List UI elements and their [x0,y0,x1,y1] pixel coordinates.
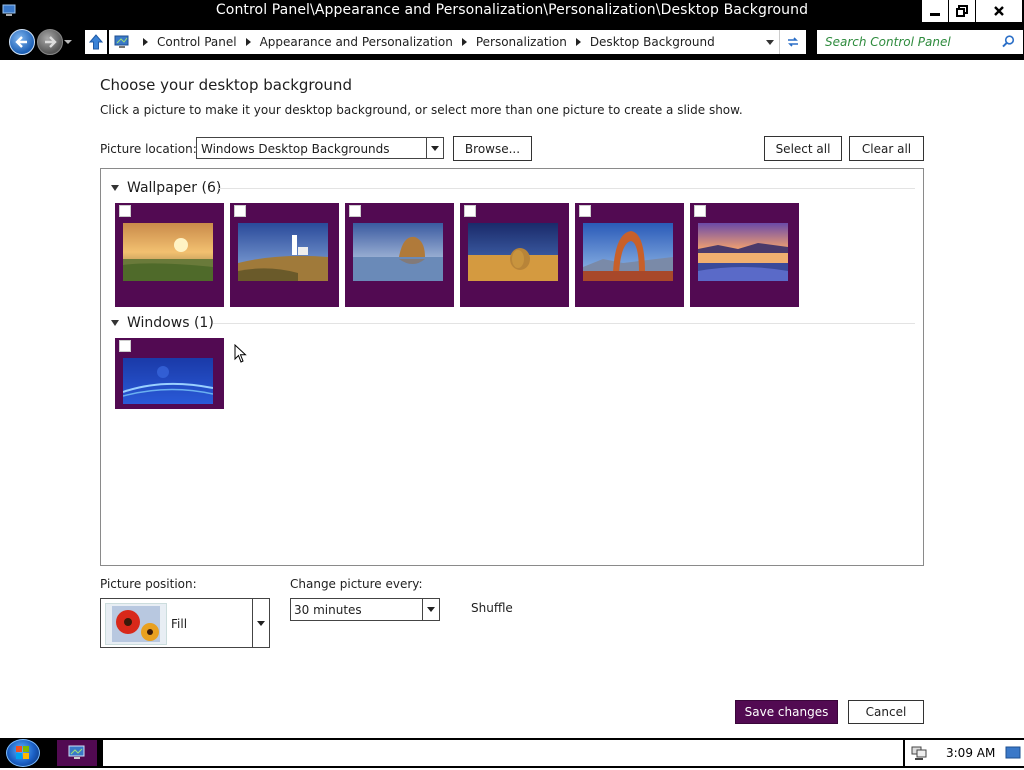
select-checkbox[interactable] [119,340,131,352]
wallpaper-thumbnail-haystack-rock[interactable] [345,203,454,307]
minimize-icon [930,13,940,16]
dropdown-arrow-icon[interactable] [252,599,269,647]
picture-position-label: Picture position: [100,577,197,591]
delicate-arch-image [583,223,673,281]
cancel-button[interactable]: Cancel [848,700,924,724]
picture-position-value: Fill [171,617,188,631]
start-button[interactable] [6,739,40,767]
breadcrumb-personalization[interactable]: Personalization [476,35,567,49]
windows-logo-icon [16,746,29,759]
address-bar: Control Panel Appearance and Personaliza… [0,24,1024,60]
refresh-icon [788,37,798,47]
select-checkbox[interactable] [579,205,591,217]
change-picture-select[interactable]: 30 minutes [290,598,440,621]
breadcrumb[interactable]: Control Panel Appearance and Personaliza… [109,30,806,54]
up-arrow-icon [89,34,103,50]
clear-all-button[interactable]: Clear all [849,136,924,161]
breadcrumb-separator-icon[interactable] [245,38,251,46]
page-title: Choose your desktop background [100,76,352,94]
change-picture-label: Change picture every: [290,577,423,591]
breadcrumb-separator-icon[interactable] [575,38,581,46]
search-input[interactable]: Search Control Panel [817,30,1023,54]
wallpaper-thumbnail-delicate-arch[interactable] [575,203,684,307]
breadcrumb-desktop-background[interactable]: Desktop Background [590,35,715,49]
breadcrumb-separator-icon[interactable] [461,38,467,46]
control-panel-icon [114,35,129,48]
wallpaper-thumbnail-sunset-meadow[interactable] [115,203,224,307]
control-panel-icon [68,745,85,759]
save-changes-button[interactable]: Save changes [735,700,838,724]
dropdown-arrow-icon[interactable] [422,599,439,620]
group-header-wallpaper[interactable]: Wallpaper (6) [111,180,221,196]
flower-preview-icon [105,603,167,645]
recent-pages-dropdown[interactable] [64,40,72,44]
title-bar: Control Panel\Appearance and Personaliza… [0,0,1024,24]
collapse-icon[interactable] [111,320,119,326]
lupine-lake-image [698,223,788,281]
windows-default-image [123,358,213,404]
breadcrumb-control-panel[interactable]: Control Panel [157,35,237,49]
search-placeholder: Search Control Panel [825,35,951,49]
forward-arrow-icon [45,36,57,48]
close-icon [994,6,1004,16]
haystack-rock-image [353,223,443,281]
restore-button[interactable] [949,0,975,22]
breadcrumb-separator-icon[interactable] [143,38,148,46]
breadcrumb-appearance-personalization[interactable]: Appearance and Personalization [260,35,453,49]
address-dropdown-icon[interactable] [766,40,774,45]
taskbar: 3:09 AM [0,738,1024,768]
show-desktop-icon[interactable] [1005,745,1021,761]
wallpaper-thumbnail-lupine-lake[interactable] [690,203,799,307]
group-label: Wallpaper (6) [127,180,222,196]
close-button[interactable] [976,0,1022,22]
forward-button[interactable] [37,29,63,55]
group-divider [219,188,915,189]
page-subtitle: Click a picture to make it your desktop … [100,103,743,117]
picture-gallery[interactable]: Wallpaper (6) Windows (1) [100,168,924,566]
up-button[interactable] [85,30,107,54]
lighthouse-coast-image [238,223,328,281]
group-label: Windows (1) [127,315,214,331]
restore-icon [956,5,968,17]
group-divider [213,323,915,324]
search-icon[interactable] [1002,35,1015,48]
select-checkbox[interactable] [349,205,361,217]
picture-location-value: Windows Desktop Backgrounds [201,142,390,156]
picture-location-select[interactable]: Windows Desktop Backgrounds [196,137,444,159]
back-arrow-icon [15,36,27,48]
select-checkbox[interactable] [694,205,706,217]
shuffle-checkbox[interactable]: Shuffle [471,601,513,615]
select-all-button[interactable]: Select all [764,136,842,161]
network-icon[interactable] [910,745,928,761]
mouse-cursor-icon [234,344,247,363]
taskbar-window-area[interactable] [103,740,903,766]
windows-thumbnail-default[interactable] [115,338,224,409]
taskbar-control-panel-button[interactable] [57,740,97,766]
group-header-windows[interactable]: Windows (1) [111,315,214,331]
browse-button[interactable]: Browse... [453,136,532,161]
collapse-icon[interactable] [111,185,119,191]
select-checkbox[interactable] [234,205,246,217]
refresh-button[interactable] [779,30,806,54]
window-title: Control Panel\Appearance and Personaliza… [215,2,809,18]
wallpaper-thumbnail-lighthouse-coast[interactable] [230,203,339,307]
change-picture-value: 30 minutes [294,603,362,617]
select-checkbox[interactable] [119,205,131,217]
wallpaper-thumbnail-hay-bale-field[interactable] [460,203,569,307]
dropdown-arrow-icon[interactable] [426,138,443,158]
clock[interactable]: 3:09 AM [946,746,995,760]
minimize-button[interactable] [922,0,948,22]
select-checkbox[interactable] [464,205,476,217]
back-button[interactable] [9,29,35,55]
picture-position-select[interactable]: Fill [100,598,270,648]
picture-location-label: Picture location: [100,142,197,156]
sunset-meadow-image [123,223,213,281]
hay-bale-field-image [468,223,558,281]
